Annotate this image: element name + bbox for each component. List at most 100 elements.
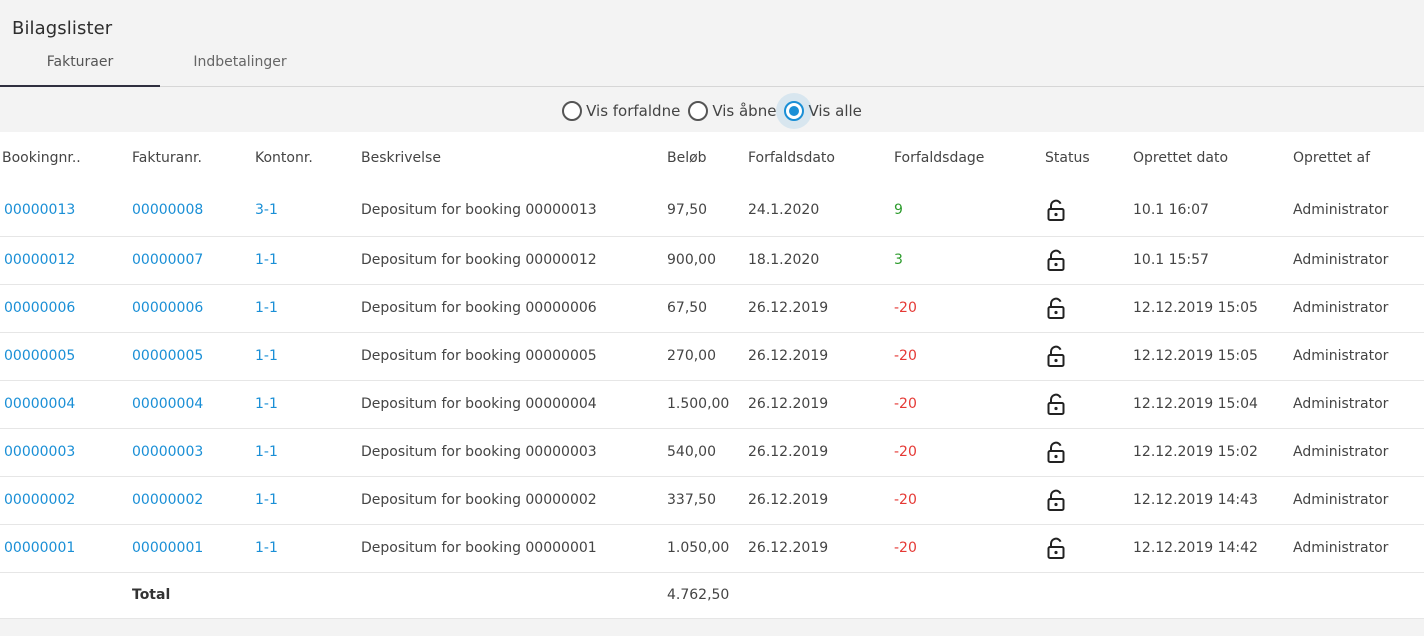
total-amount: 4.762,50 xyxy=(667,572,748,619)
empty-cell xyxy=(361,572,667,619)
page-title: Bilagslister xyxy=(12,18,113,39)
created-by-cell: Administrator xyxy=(1293,380,1424,429)
table-row[interactable]: 00000002 00000002 1-1 Depositum for booking… xyxy=(0,476,1424,525)
invoice-link[interactable]: 00000008 xyxy=(132,202,203,218)
booking-link[interactable]: 00000005 xyxy=(4,348,75,364)
tab-indbetalinger[interactable]: Indbetalinger xyxy=(160,42,320,87)
empty-cell xyxy=(748,572,894,619)
status-cell xyxy=(1045,236,1133,285)
amount-cell: 900,00 xyxy=(667,236,748,285)
invoice-link[interactable]: 00000007 xyxy=(132,252,203,268)
invoice-table-container: Bookingnr.. Fakturanr. Kontonr. Beskrive… xyxy=(0,132,1424,619)
due-date-cell: 26.12.2019 xyxy=(748,428,894,477)
unlock-icon[interactable] xyxy=(1047,441,1065,463)
due-days-cell: -20 xyxy=(894,380,1045,429)
unlock-icon[interactable] xyxy=(1047,345,1065,367)
created-by-cell: Administrator xyxy=(1293,332,1424,381)
unlock-icon[interactable] xyxy=(1047,537,1065,559)
booking-link[interactable]: 00000012 xyxy=(4,252,75,268)
amount-cell: 337,50 xyxy=(667,476,748,525)
radio-vis-forfaldne[interactable]: Vis forfaldne xyxy=(562,101,680,121)
col-header-created-by[interactable]: Oprettet af xyxy=(1293,132,1424,184)
account-link[interactable]: 1-1 xyxy=(255,396,278,412)
invoice-link[interactable]: 00000004 xyxy=(132,396,203,412)
empty-cell xyxy=(894,572,1045,619)
booking-link[interactable]: 00000013 xyxy=(4,202,75,218)
empty-cell xyxy=(255,572,361,619)
invoice-link[interactable]: 00000003 xyxy=(132,444,203,460)
due-date-cell: 26.12.2019 xyxy=(748,524,894,573)
unlock-icon[interactable] xyxy=(1047,199,1065,221)
col-header-created[interactable]: Oprettet dato xyxy=(1133,132,1293,184)
unlock-icon[interactable] xyxy=(1047,249,1065,271)
account-link[interactable]: 1-1 xyxy=(255,252,278,268)
created-date-cell: 12.12.2019 15:04 xyxy=(1133,380,1293,429)
total-label: Total xyxy=(132,572,255,619)
table-row[interactable]: 00000005 00000005 1-1 Depositum for booking… xyxy=(0,332,1424,381)
created-by-cell: Administrator xyxy=(1293,524,1424,573)
description-cell: Depositum for booking 00000003 xyxy=(361,428,667,477)
booking-link[interactable]: 00000004 xyxy=(4,396,75,412)
created-by-cell: Administrator xyxy=(1293,284,1424,333)
status-cell xyxy=(1045,476,1133,525)
unlock-icon[interactable] xyxy=(1047,297,1065,319)
due-days-cell: 9 xyxy=(894,184,1045,237)
invoice-link[interactable]: 00000005 xyxy=(132,348,203,364)
invoice-table: Bookingnr.. Fakturanr. Kontonr. Beskrive… xyxy=(0,132,1424,619)
unlock-icon[interactable] xyxy=(1047,489,1065,511)
table-row[interactable]: 00000004 00000004 1-1 Depositum for booking… xyxy=(0,380,1424,429)
account-link[interactable]: 1-1 xyxy=(255,300,278,316)
due-days-cell: -20 xyxy=(894,524,1045,573)
booking-link[interactable]: 00000003 xyxy=(4,444,75,460)
unlock-icon[interactable] xyxy=(1047,393,1065,415)
tab-fakturaer[interactable]: Fakturaer xyxy=(0,42,160,87)
col-header-due-days[interactable]: Forfaldsdage xyxy=(894,132,1045,184)
account-link[interactable]: 1-1 xyxy=(255,444,278,460)
col-header-status[interactable]: Status xyxy=(1045,132,1133,184)
created-by-cell: Administrator xyxy=(1293,184,1424,237)
table-row[interactable]: 00000013 00000008 3-1 Depositum for booking… xyxy=(0,184,1424,237)
status-cell xyxy=(1045,284,1133,333)
account-link[interactable]: 1-1 xyxy=(255,540,278,556)
account-link[interactable]: 1-1 xyxy=(255,348,278,364)
created-date-cell: 12.12.2019 15:05 xyxy=(1133,332,1293,381)
table-row[interactable]: 00000012 00000007 1-1 Depositum for booking… xyxy=(0,236,1424,285)
radio-circle[interactable] xyxy=(688,101,709,121)
filter-radio-group: Vis forfaldne Vis åbne Vis alle xyxy=(0,96,1424,126)
booking-link[interactable]: 00000002 xyxy=(4,492,75,508)
booking-link[interactable]: 00000001 xyxy=(4,540,75,556)
empty-cell xyxy=(1133,572,1293,619)
invoice-link[interactable]: 00000006 xyxy=(132,300,203,316)
amount-cell: 1.050,00 xyxy=(667,524,748,573)
due-date-cell: 18.1.2020 xyxy=(748,236,894,285)
table-row[interactable]: 00000003 00000003 1-1 Depositum for booking… xyxy=(0,428,1424,477)
invoice-link[interactable]: 00000002 xyxy=(132,492,203,508)
col-header-amount[interactable]: Beløb xyxy=(667,132,748,184)
due-days-cell: -20 xyxy=(894,332,1045,381)
table-row[interactable]: 00000001 00000001 1-1 Depositum for booking… xyxy=(0,524,1424,573)
status-cell xyxy=(1045,524,1133,573)
description-cell: Depositum for booking 00000006 xyxy=(361,284,667,333)
col-header-due-date[interactable]: Forfaldsdato xyxy=(748,132,894,184)
due-date-cell: 24.1.2020 xyxy=(748,184,894,237)
created-date-cell: 12.12.2019 15:05 xyxy=(1133,284,1293,333)
account-link[interactable]: 1-1 xyxy=(255,492,278,508)
table-row[interactable]: 00000006 00000006 1-1 Depositum for booking… xyxy=(0,284,1424,333)
created-date-cell: 12.12.2019 14:43 xyxy=(1133,476,1293,525)
col-header-invoice[interactable]: Fakturanr. xyxy=(132,132,255,184)
radio-vis-alle[interactable]: Vis alle xyxy=(784,101,862,121)
invoice-link[interactable]: 00000001 xyxy=(132,540,203,556)
status-cell xyxy=(1045,428,1133,477)
col-header-description[interactable]: Beskrivelse xyxy=(361,132,667,184)
col-header-account[interactable]: Kontonr. xyxy=(255,132,361,184)
radio-circle[interactable] xyxy=(562,101,583,121)
account-link[interactable]: 3-1 xyxy=(255,202,278,218)
due-days-cell: -20 xyxy=(894,476,1045,525)
radio-vis-abne[interactable]: Vis åbne xyxy=(688,101,776,121)
page: Bilagslister Fakturaer Indbetalinger Vis… xyxy=(0,0,1424,636)
booking-link[interactable]: 00000006 xyxy=(4,300,75,316)
radio-circle[interactable] xyxy=(784,101,805,121)
col-header-booking[interactable]: Bookingnr.. xyxy=(0,132,132,184)
description-cell: Depositum for booking 00000002 xyxy=(361,476,667,525)
due-date-cell: 26.12.2019 xyxy=(748,332,894,381)
